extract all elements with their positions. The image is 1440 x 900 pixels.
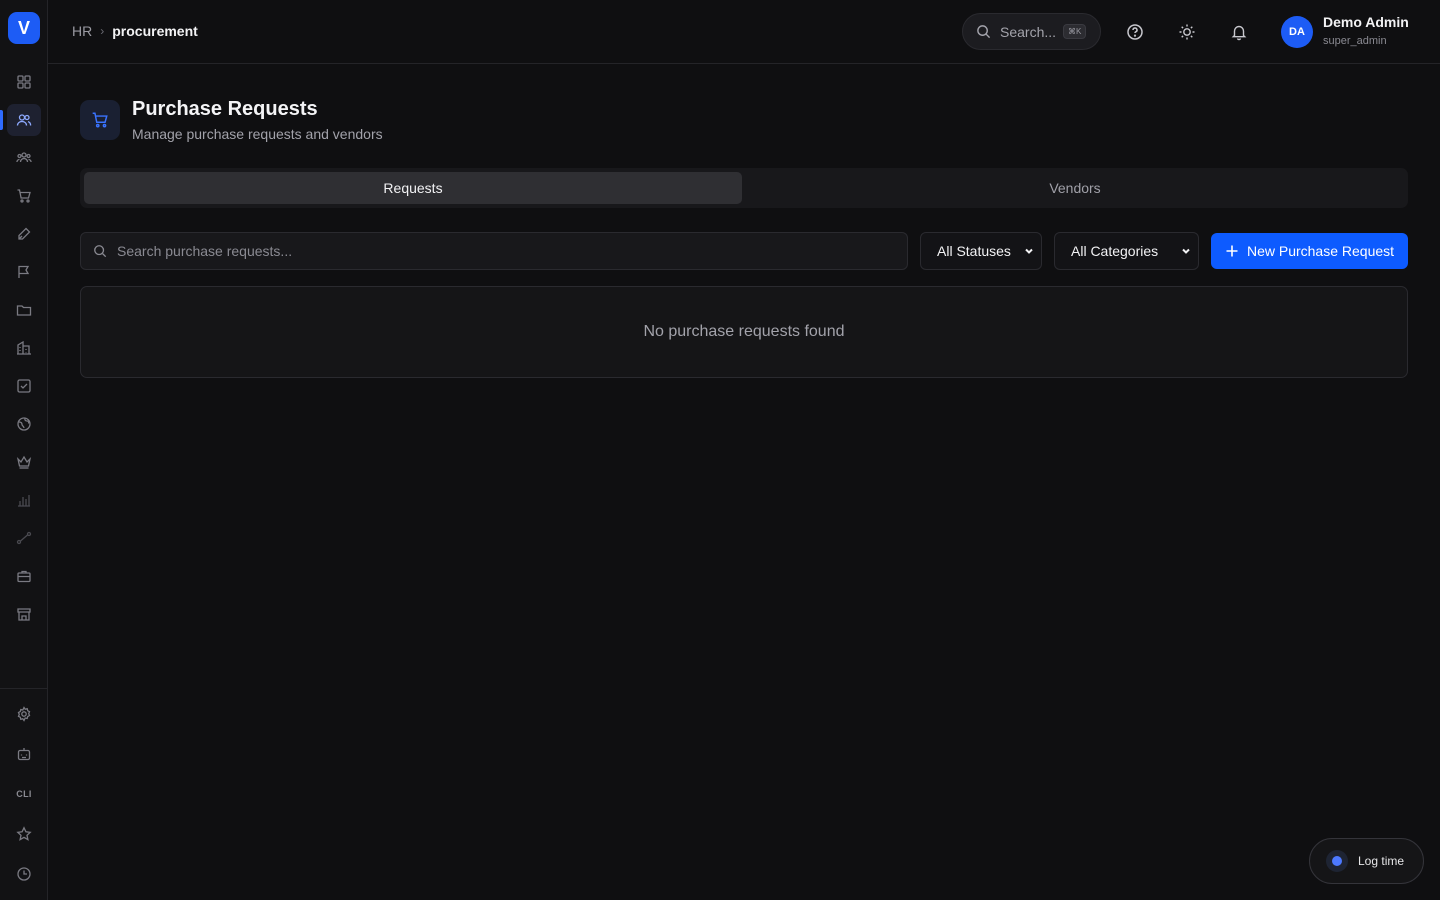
page-subtitle: Manage purchase requests and vendors [132,126,383,142]
sidebar-item-hr[interactable] [7,104,41,136]
cart-icon [92,112,108,128]
pen-icon [18,227,31,240]
sidebar-item-bot[interactable] [7,738,41,770]
group-icon [16,152,32,163]
page-title: Purchase Requests [132,98,318,120]
globe-icon [17,417,31,431]
building-icon [17,340,31,355]
sidebar-item-campaigns[interactable] [7,256,41,288]
empty-state: No purchase requests found [80,286,1408,378]
global-search-label: Search... [1000,23,1057,40]
sidebar-item-settings[interactable] [7,698,41,730]
sidebar-item-store[interactable] [7,598,41,630]
breadcrumb-current: procurement [112,23,198,39]
avatar[interactable]: DA [1281,16,1313,48]
sidebar-item-global[interactable] [7,408,41,440]
sidebar-item-files[interactable] [7,294,41,326]
theme-toggle-button[interactable] [1177,22,1197,42]
timer-icon [1326,850,1348,872]
new-purchase-request-label: New Purchase Request [1246,243,1395,259]
help-icon [1127,24,1143,40]
grid-icon [17,75,31,89]
sun-icon [1179,24,1195,40]
tab-requests[interactable]: Requests [84,172,742,204]
users-icon [16,114,32,126]
sidebar-item-design[interactable] [7,218,41,250]
sidebar-item-jobs[interactable] [7,560,41,592]
sidebar: V CLI [0,0,48,900]
sidebar-item-tasks[interactable] [7,370,41,402]
bar-chart-icon [18,495,30,507]
gear-icon [17,706,31,722]
sidebar-item-history[interactable] [7,858,41,890]
tab-vendors[interactable]: Vendors [746,172,1404,204]
app-logo[interactable]: V [8,12,40,44]
sidebar-item-analytics[interactable] [7,484,41,516]
empty-state-message: No purchase requests found [643,323,845,340]
store-icon [17,608,31,621]
user-name[interactable]: Demo Admin [1323,14,1409,30]
breadcrumb-parent[interactable]: HR [72,23,92,39]
tab-bar: Requests Vendors [80,168,1408,208]
search-field [80,232,908,270]
bell-icon [1231,25,1247,41]
robot-icon [17,748,31,761]
search-input[interactable] [117,243,877,259]
sidebar-item-teams[interactable] [7,142,41,174]
user-role: super_admin [1323,35,1387,47]
briefcase-icon [17,570,31,583]
log-time-label: Log time [1358,854,1405,868]
clock-icon [17,867,31,881]
category-filter-value: All Categories [1071,243,1159,259]
sidebar-item-premium[interactable] [7,446,41,478]
sidebar-item-dashboard[interactable] [7,66,41,98]
page-cart-icon [80,100,120,140]
active-indicator [0,110,3,130]
crown-icon [16,455,32,469]
breadcrumb: HR › procurement [72,23,198,39]
cli-label: CLI [16,789,32,799]
cart-icon [17,189,31,203]
sidebar-divider [0,688,48,689]
checkbox-icon [17,379,31,393]
chevron-right-icon: › [100,24,105,38]
plus-icon [1226,245,1238,257]
sidebar-item-favorites[interactable] [7,818,41,850]
chevron-down-icon [1025,248,1033,254]
status-filter-value: All Statuses [937,243,1011,259]
shortcut-badge: ⌘K [1063,24,1087,39]
star-icon [16,826,32,841]
sidebar-item-routes[interactable] [7,522,41,554]
category-filter-select[interactable]: All Categories [1054,232,1199,270]
sidebar-item-cli[interactable]: CLI [7,778,41,810]
route-icon [16,531,32,545]
flag-icon [18,265,30,278]
sidebar-item-buildings[interactable] [7,332,41,364]
chevron-down-icon [1182,248,1190,254]
search-icon [94,245,107,258]
log-time-button[interactable]: Log time [1309,838,1424,884]
top-header: HR › procurement Search... ⌘K DA Demo Ad… [48,0,1440,64]
global-search-button[interactable]: Search... ⌘K [962,13,1101,50]
new-purchase-request-button[interactable]: New Purchase Request [1211,233,1408,269]
search-icon [977,25,991,39]
status-filter-select[interactable]: All Statuses [920,232,1042,270]
help-button[interactable] [1125,22,1145,42]
sidebar-item-procurement[interactable] [7,180,41,212]
folder-icon [16,305,32,316]
notifications-button[interactable] [1229,22,1249,42]
